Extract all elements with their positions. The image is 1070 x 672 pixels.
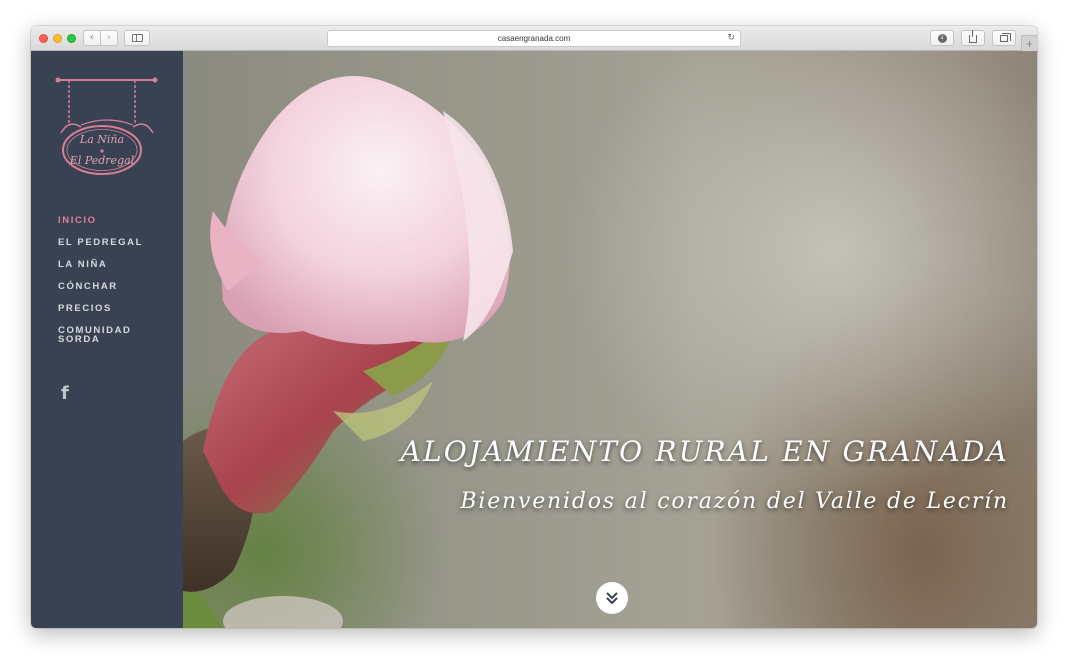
tabs-icon xyxy=(1000,32,1011,42)
minimize-window-button[interactable] xyxy=(53,34,62,43)
almond-blossom-image xyxy=(183,76,513,628)
menu-item-la-nina[interactable]: LA NIÑA xyxy=(58,260,178,270)
main-menu: INICIO EL PEDREGAL LA NIÑA CÓNCHAR PRECI… xyxy=(58,216,178,357)
chevron-right-icon: › xyxy=(106,32,111,43)
logo-text-line2: El Pedregal xyxy=(69,154,135,167)
new-tab-button[interactable]: + xyxy=(1021,35,1037,51)
maximize-window-button[interactable] xyxy=(67,34,76,43)
scroll-down-button[interactable] xyxy=(596,582,628,614)
close-window-button[interactable] xyxy=(39,34,48,43)
browser-window: ‹ › casaengranada.com ↻ ↓ + La Niña El P… xyxy=(31,26,1037,628)
sidebar-toggle-button[interactable] xyxy=(124,30,150,46)
reload-icon[interactable]: ↻ xyxy=(727,33,735,43)
menu-item-conchar[interactable]: CÓNCHAR xyxy=(58,282,178,292)
logo-text-line1: La Niña xyxy=(79,133,124,146)
chevron-left-icon: ‹ xyxy=(89,32,94,43)
web-page: La Niña El Pedregal INICIO EL PEDREGAL L… xyxy=(31,51,1037,628)
menu-item-inicio[interactable]: INICIO xyxy=(58,216,178,226)
address-bar[interactable]: casaengranada.com ↻ xyxy=(327,30,741,47)
hero-title: ALOJAMIENTO RURAL EN GRANADA xyxy=(400,435,1009,468)
history-nav: ‹ › xyxy=(83,30,118,46)
address-url: casaengranada.com xyxy=(497,34,571,43)
hero-section: ALOJAMIENTO RURAL EN GRANADA Bienvenidos… xyxy=(183,51,1037,628)
share-icon xyxy=(969,30,977,43)
sidebar-icon xyxy=(131,34,143,42)
downloads-button[interactable]: ↓ xyxy=(930,30,954,46)
download-icon: ↓ xyxy=(937,33,947,43)
back-button[interactable]: ‹ xyxy=(83,30,101,46)
menu-item-precios[interactable]: PRECIOS xyxy=(58,304,178,314)
show-tabs-button[interactable] xyxy=(992,30,1016,46)
share-button[interactable] xyxy=(961,30,985,46)
browser-toolbar: ‹ › casaengranada.com ↻ ↓ + xyxy=(31,26,1037,51)
plus-icon: + xyxy=(1025,36,1033,51)
menu-item-el-pedregal[interactable]: EL PEDREGAL xyxy=(58,238,178,248)
double-chevron-down-icon xyxy=(606,592,618,605)
facebook-icon[interactable]: f xyxy=(61,385,71,403)
menu-item-comunidad-sorda[interactable]: COMUNIDAD SORDA xyxy=(58,326,138,345)
site-sidebar: La Niña El Pedregal INICIO EL PEDREGAL L… xyxy=(31,51,183,628)
hero-subtitle: Bienvenidos al corazón del Valle de Lecr… xyxy=(460,489,1009,514)
forward-button[interactable]: › xyxy=(100,30,118,46)
site-logo[interactable]: La Niña El Pedregal xyxy=(55,75,159,179)
